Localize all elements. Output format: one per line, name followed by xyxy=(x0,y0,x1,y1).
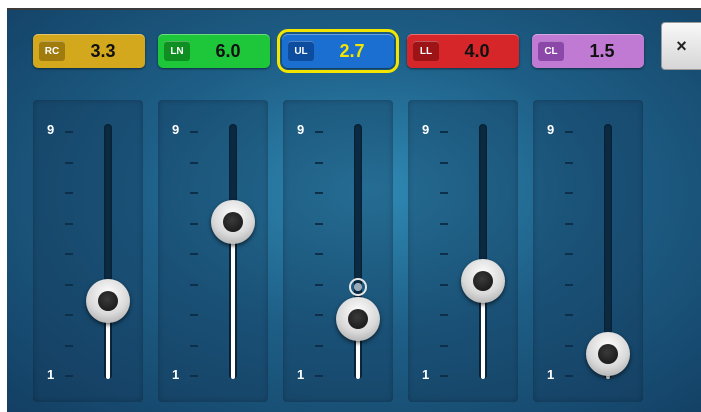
close-icon: × xyxy=(676,35,687,56)
mode-button-cl[interactable]: CL 1.5 xyxy=(532,34,644,68)
mode-badge-rc: RC xyxy=(39,41,65,61)
scale-tick xyxy=(315,222,323,225)
mode-button-ul[interactable]: UL 2.7 xyxy=(277,29,399,73)
slider-knob[interactable] xyxy=(586,332,630,377)
scale-tick xyxy=(440,253,448,255)
scale-tick xyxy=(315,314,323,316)
scale-tick xyxy=(65,253,73,255)
scale-tick xyxy=(315,375,323,377)
mode-badge-cl: CL xyxy=(538,41,564,61)
scale-max-label: 9 xyxy=(172,122,180,137)
scale-min-label: 1 xyxy=(547,367,555,382)
scale-tick xyxy=(65,314,73,316)
scale-tick xyxy=(65,192,73,194)
scale-tick xyxy=(65,161,73,164)
scale-tick xyxy=(190,192,198,194)
slider-ul[interactable]: 91 xyxy=(283,100,393,402)
scale-tick xyxy=(565,283,573,286)
scale-tick xyxy=(65,131,73,133)
close-button[interactable]: × xyxy=(661,22,701,70)
scale-tick xyxy=(190,161,198,164)
scale-tick xyxy=(565,222,573,225)
scale-tick xyxy=(190,344,198,347)
scale-max-label: 9 xyxy=(297,122,305,137)
slider-rc[interactable]: 91 xyxy=(33,100,143,402)
scale-max-label: 9 xyxy=(422,122,430,137)
mode-value-ln: 6.0 xyxy=(215,40,241,61)
scale-tick xyxy=(565,314,573,316)
scale-tick xyxy=(65,375,73,377)
scale-tick xyxy=(190,314,198,316)
reference-marker-icon xyxy=(349,277,367,296)
scale-max-label: 9 xyxy=(547,122,555,137)
scale-max-label: 9 xyxy=(47,122,55,137)
slider-knob[interactable] xyxy=(336,297,380,342)
scale-tick xyxy=(440,222,448,225)
scale-tick xyxy=(565,344,573,347)
scale-tick xyxy=(315,283,323,286)
slider-cl[interactable]: 91 xyxy=(533,100,643,402)
mode-value-rc: 3.3 xyxy=(90,40,116,61)
mode-value-ll: 4.0 xyxy=(464,40,490,61)
scale-tick xyxy=(440,375,448,377)
scale-tick xyxy=(190,283,198,286)
mode-value-cl: 1.5 xyxy=(589,40,615,61)
scale-tick xyxy=(315,253,323,255)
scale-tick xyxy=(565,375,573,377)
scale-min-label: 1 xyxy=(172,367,180,382)
scale-min-label: 1 xyxy=(422,367,430,382)
mode-badge-ll: LL xyxy=(413,41,439,61)
scale-tick xyxy=(315,344,323,347)
scale-tick xyxy=(65,283,73,286)
scale-tick xyxy=(440,161,448,164)
mode-badge-ln: LN xyxy=(164,41,190,61)
scale-tick xyxy=(440,344,448,347)
slider-knob[interactable] xyxy=(211,200,255,245)
scale-tick xyxy=(190,222,198,225)
scale-tick xyxy=(190,131,198,133)
scale-tick xyxy=(315,192,323,194)
scale-tick xyxy=(565,131,573,133)
scale-min-label: 1 xyxy=(47,367,55,382)
scale-tick xyxy=(315,131,323,133)
scale-tick xyxy=(440,131,448,133)
scale-tick xyxy=(65,344,73,347)
scale-tick xyxy=(65,222,73,225)
mode-badge-ul: UL xyxy=(288,41,314,61)
scale-tick xyxy=(565,192,573,194)
scale-tick xyxy=(315,161,323,164)
mode-button-ll[interactable]: LL 4.0 xyxy=(407,34,519,68)
scale-tick xyxy=(440,192,448,194)
slider-knob[interactable] xyxy=(461,258,505,303)
scale-tick xyxy=(190,253,198,255)
scale-tick xyxy=(565,253,573,255)
mode-button-ln[interactable]: LN 6.0 xyxy=(158,34,270,68)
slider-knob[interactable] xyxy=(86,279,130,324)
scale-tick xyxy=(565,161,573,164)
mode-value-ul: 2.7 xyxy=(339,40,365,61)
scale-min-label: 1 xyxy=(297,367,305,382)
mode-button-rc[interactable]: RC 3.3 xyxy=(33,34,145,68)
scale-tick xyxy=(190,375,198,377)
scale-tick xyxy=(440,314,448,316)
scale-tick xyxy=(440,283,448,286)
slider-ln[interactable]: 91 xyxy=(158,100,268,402)
slider-fill xyxy=(231,222,235,379)
slider-ll[interactable]: 91 xyxy=(408,100,518,402)
